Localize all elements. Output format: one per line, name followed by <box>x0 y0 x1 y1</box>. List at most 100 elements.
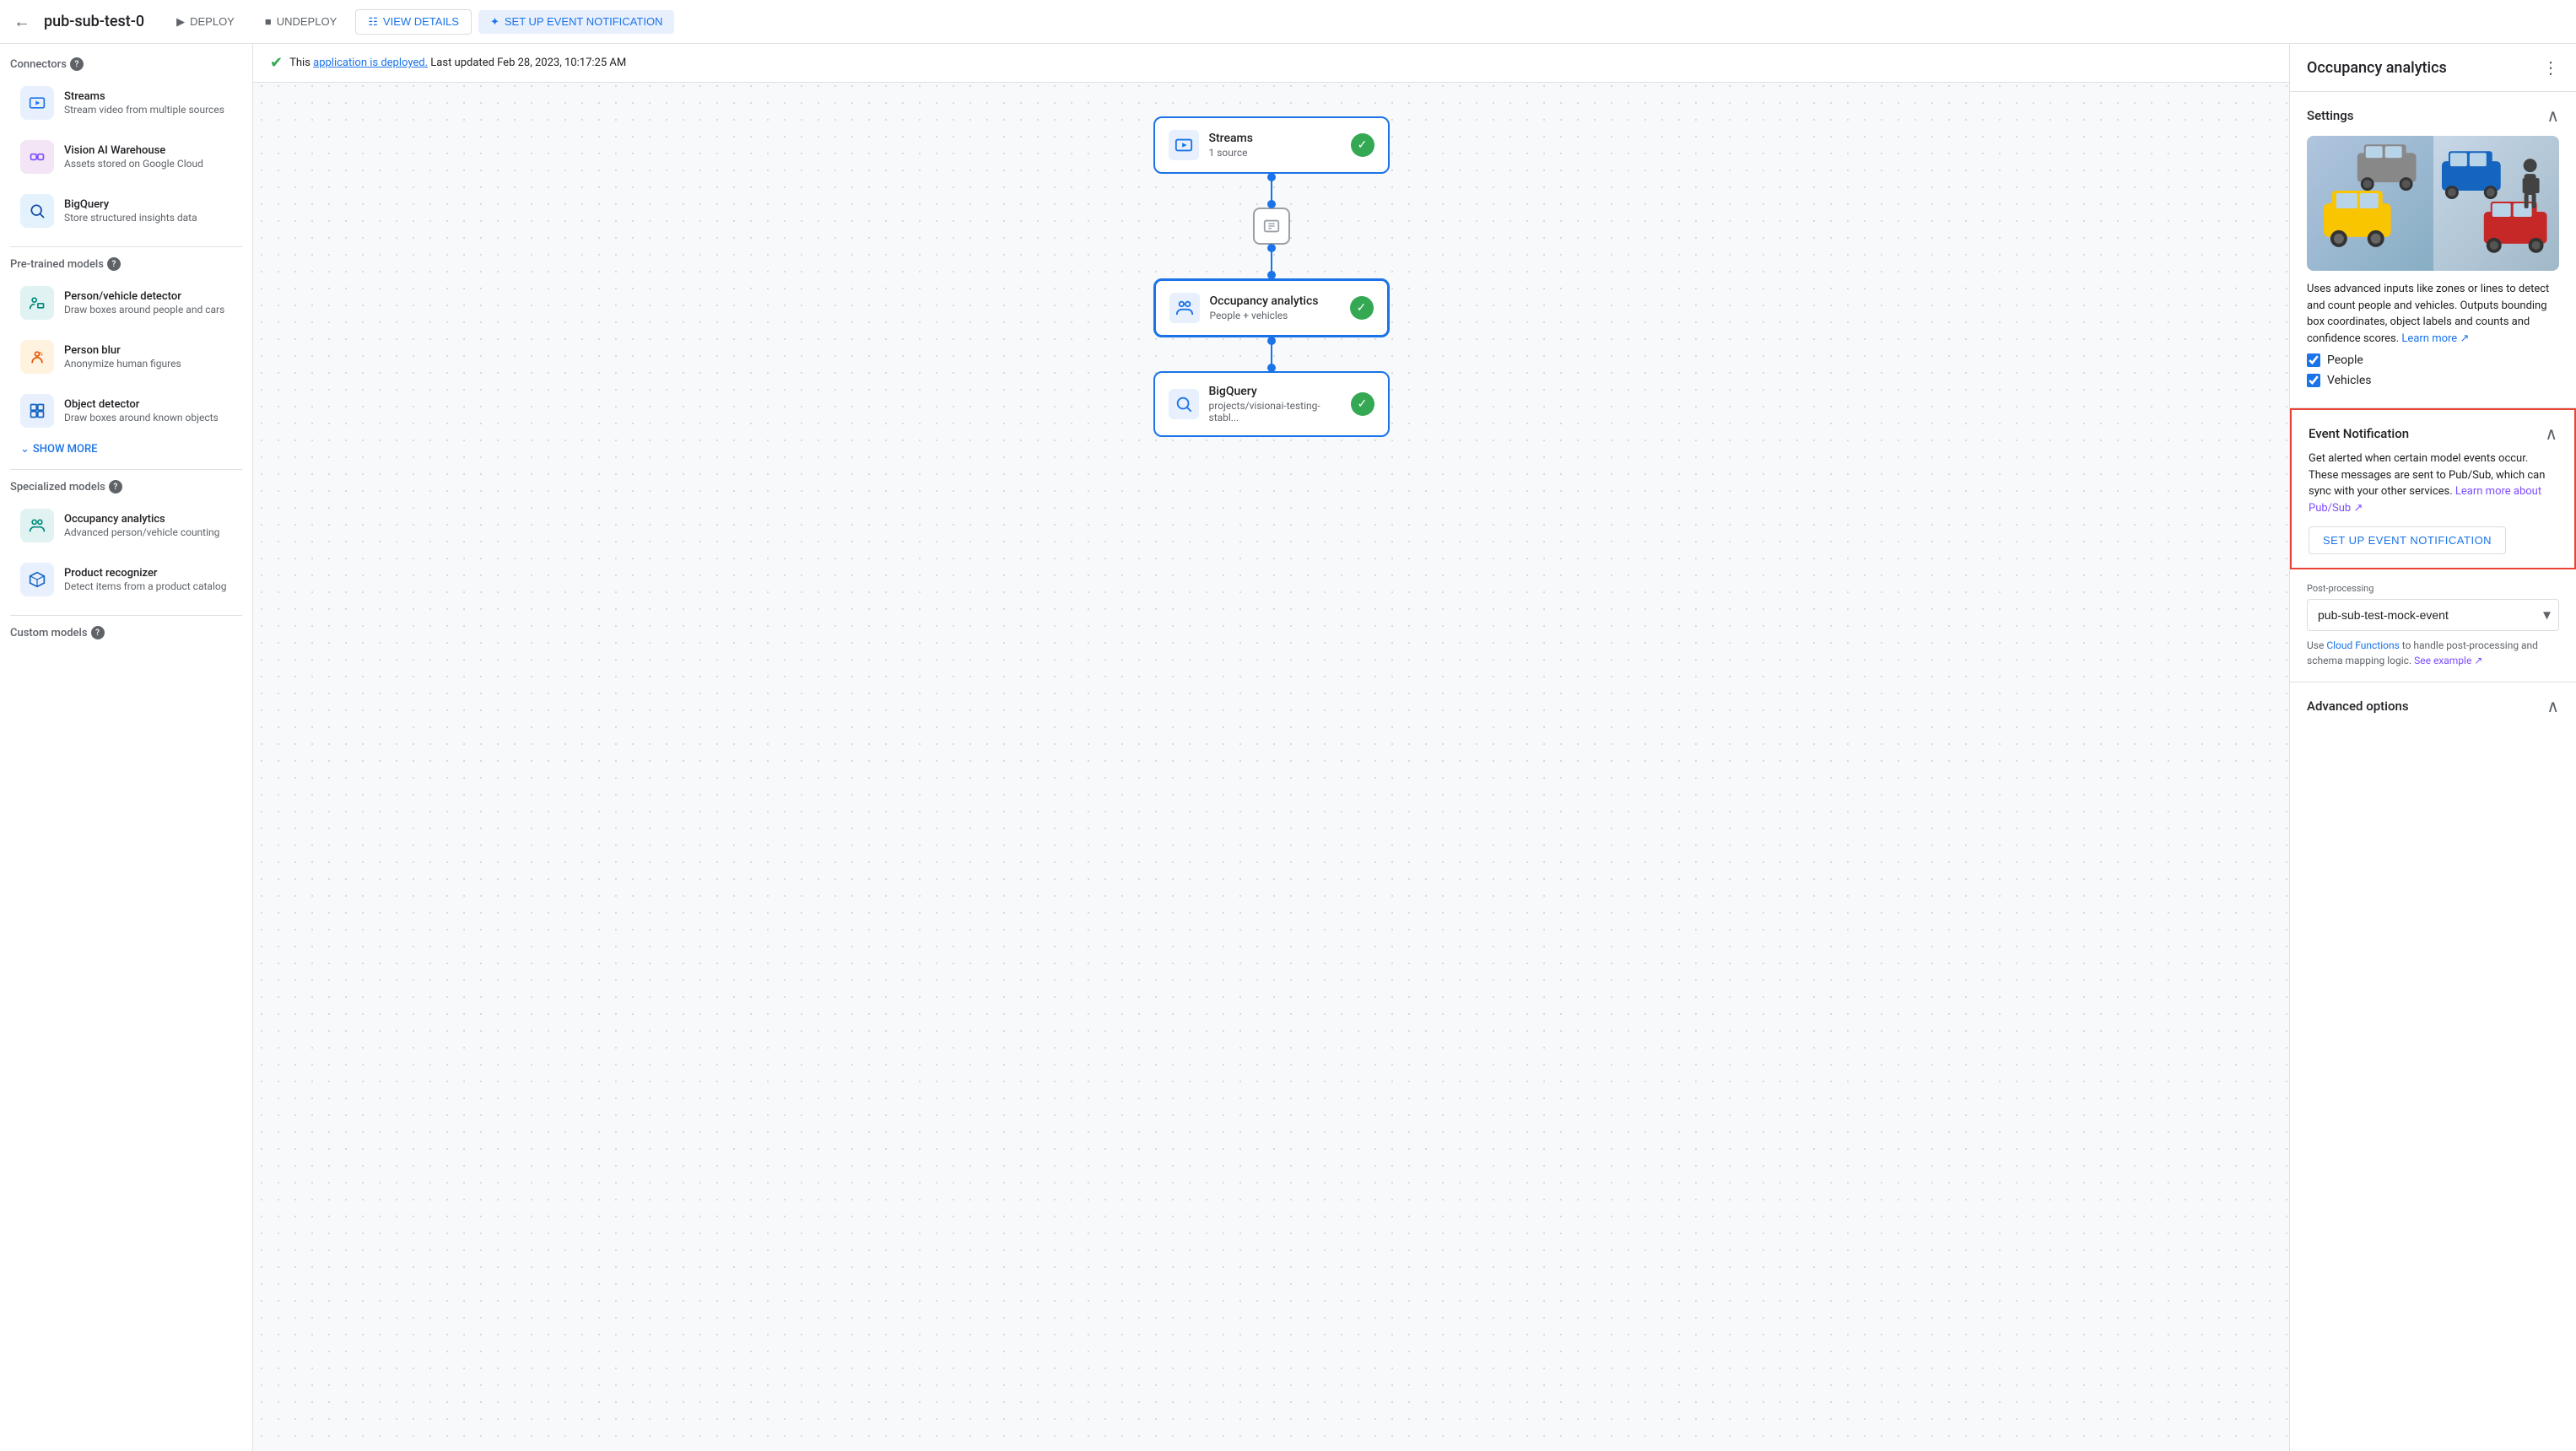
event-notification-collapse-button[interactable]: ∧ <box>2545 423 2557 444</box>
streams-flow-node[interactable]: Streams 1 source ✓ <box>1153 116 1390 174</box>
pretrained-section-title: Pre-trained models ? <box>10 257 242 271</box>
sidebar-item-object-detector[interactable]: Object detector Draw boxes around known … <box>10 386 242 436</box>
setup-event-notification-nav-button[interactable]: ✦ SET UP EVENT NOTIFICATION <box>478 10 674 34</box>
external-link-icon-3: ↗ <box>2474 655 2482 666</box>
right-panel-title: Occupancy analytics <box>2307 59 2447 77</box>
people-checkbox[interactable] <box>2307 353 2320 367</box>
right-panel-header: Occupancy analytics ⋮ <box>2290 44 2576 92</box>
main-layout: Connectors ? Streams Stream video from m… <box>0 44 2576 1451</box>
streams-node-content: Streams 1 source <box>1209 132 1341 159</box>
vision-ai-info: Vision AI Warehouse Assets stored on Goo… <box>64 144 203 170</box>
sidebar-item-bigquery[interactable]: BigQuery Store structured insights data <box>10 186 242 236</box>
occupancy-info: Occupancy analytics Advanced person/vehi… <box>64 513 219 538</box>
specialized-help-icon[interactable]: ? <box>109 480 122 494</box>
settings-header: Settings ∧ <box>2307 105 2559 126</box>
occupancy-node-content: Occupancy analytics People + vehicles <box>1210 294 1340 321</box>
learn-more-link[interactable]: Learn more ↗ <box>2401 332 2469 345</box>
setup-event-notification-button[interactable]: SET UP EVENT NOTIFICATION <box>2309 526 2506 554</box>
sidebar-item-streams[interactable]: Streams Stream video from multiple sourc… <box>10 78 242 128</box>
vehicles-checkbox[interactable] <box>2307 374 2320 387</box>
event-notification-section: Event Notification ∧ Get alerted when ce… <box>2290 408 2576 569</box>
sidebar-item-person-blur[interactable]: Person blur Anonymize human figures <box>10 332 242 382</box>
bigquery-info: BigQuery Store structured insights data <box>64 198 197 224</box>
sidebar-item-occupancy[interactable]: Occupancy analytics Advanced person/vehi… <box>10 500 242 551</box>
status-bar: ✔ This application is deployed. Last upd… <box>253 44 2289 83</box>
divider-1 <box>10 246 242 247</box>
person-vehicle-info: Person/vehicle detector Draw boxes aroun… <box>64 290 224 316</box>
event-notification-title: Event Notification <box>2309 426 2409 441</box>
external-link-icon: ↗ <box>2460 332 2469 345</box>
settings-title: Settings <box>2307 108 2354 123</box>
status-timestamp: Last updated Feb 28, 2023, 10:17:25 AM <box>430 57 626 69</box>
object-detector-info: Object detector Draw boxes around known … <box>64 398 219 423</box>
sidebar-item-person-vehicle[interactable]: Person/vehicle detector Draw boxes aroun… <box>10 278 242 328</box>
occupancy-icon <box>20 509 54 542</box>
vehicles-checkbox-row: Vehicles <box>2307 374 2559 387</box>
right-panel: Occupancy analytics ⋮ Settings ∧ <box>2289 44 2576 1451</box>
post-processing-section: Post-processing pub-sub-test-mock-event … <box>2290 569 2576 682</box>
pretrained-help-icon[interactable]: ? <box>107 257 121 271</box>
sidebar: Connectors ? Streams Stream video from m… <box>0 44 253 1451</box>
product-recognizer-info: Product recognizer Detect items from a p… <box>64 567 226 592</box>
people-checkbox-row: People <box>2307 353 2559 367</box>
event-notification-header: Event Notification ∧ <box>2309 423 2557 444</box>
streams-check-icon: ✓ <box>1351 133 1374 157</box>
post-processing-select[interactable]: pub-sub-test-mock-event <box>2307 599 2559 631</box>
person-blur-icon <box>20 340 54 374</box>
bigquery-icon <box>20 194 54 228</box>
back-button[interactable]: ← <box>14 11 30 32</box>
connector-2 <box>1271 245 1272 278</box>
cloud-functions-link[interactable]: Cloud Functions <box>2326 639 2399 651</box>
vision-ai-icon <box>20 140 54 174</box>
details-icon: ☷ <box>368 15 378 29</box>
event-notification-description: Get alerted when certain model events oc… <box>2309 450 2557 516</box>
page-title: pub-sub-test-0 <box>44 13 144 30</box>
settings-collapse-button[interactable]: ∧ <box>2546 105 2559 126</box>
connector-3 <box>1271 337 1272 371</box>
deploy-button[interactable]: ▶ DEPLOY <box>165 10 246 34</box>
connector-1 <box>1271 174 1272 208</box>
specialized-section-title: Specialized models ? <box>10 480 242 494</box>
canvas: ✔ This application is deployed. Last upd… <box>253 44 2289 1451</box>
person-vehicle-icon <box>20 286 54 320</box>
bigquery-check-icon: ✓ <box>1351 392 1374 416</box>
connectors-help-icon[interactable]: ? <box>70 57 84 71</box>
view-details-button[interactable]: ☷ VIEW DETAILS <box>355 9 472 35</box>
advanced-options-section: Advanced options ∧ <box>2290 682 2576 730</box>
streams-info: Streams Stream video from multiple sourc… <box>64 90 224 116</box>
preview-left <box>2307 136 2433 271</box>
connectors-section-title: Connectors ? <box>10 57 242 71</box>
occupancy-check-icon: ✓ <box>1350 296 1374 320</box>
bigquery-flow-node[interactable]: BigQuery projects/visionai-testing-stabl… <box>1153 371 1390 437</box>
show-more-button[interactable]: ⌄ SHOW MORE <box>10 440 242 459</box>
advanced-options-collapse-button[interactable]: ∧ <box>2546 696 2559 716</box>
chevron-down-icon: ⌄ <box>20 443 30 456</box>
divider-2 <box>10 469 242 470</box>
notification-icon: ✦ <box>490 15 500 29</box>
post-processing-label: Post-processing <box>2307 583 2559 594</box>
bigquery-node-content: BigQuery projects/visionai-testing-stabl… <box>1209 385 1341 423</box>
vehicles-label: Vehicles <box>2327 374 2372 387</box>
bigquery-flow-icon <box>1169 389 1199 419</box>
custom-help-icon[interactable]: ? <box>91 626 105 639</box>
stop-icon: ■ <box>265 15 272 28</box>
deployed-link[interactable]: application is deployed. <box>313 57 428 69</box>
external-link-icon-2: ↗ <box>2353 502 2363 515</box>
undeploy-button[interactable]: ■ UNDEPLOY <box>253 10 348 33</box>
people-label: People <box>2327 353 2363 367</box>
more-options-icon[interactable]: ⋮ <box>2542 57 2559 78</box>
advanced-options-title: Advanced options <box>2307 699 2409 714</box>
post-processing-description: Use Cloud Functions to handle post-proce… <box>2307 638 2559 668</box>
see-example-link[interactable]: See example ↗ <box>2414 655 2482 666</box>
top-nav: ← pub-sub-test-0 ▶ DEPLOY ■ UNDEPLOY ☷ V… <box>0 0 2576 44</box>
preview-right <box>2433 136 2560 271</box>
deploy-icon: ▶ <box>176 15 185 29</box>
intermediate-node[interactable] <box>1253 208 1290 245</box>
sidebar-item-product-recognizer[interactable]: Product recognizer Detect items from a p… <box>10 554 242 605</box>
sidebar-item-vision-ai[interactable]: Vision AI Warehouse Assets stored on Goo… <box>10 132 242 182</box>
person-blur-info: Person blur Anonymize human figures <box>64 344 181 369</box>
occupancy-flow-node[interactable]: Occupancy analytics People + vehicles ✓ <box>1153 278 1390 337</box>
post-processing-select-wrapper: pub-sub-test-mock-event ▾ <box>2307 599 2559 631</box>
object-detector-icon <box>20 394 54 428</box>
streams-icon <box>20 86 54 120</box>
